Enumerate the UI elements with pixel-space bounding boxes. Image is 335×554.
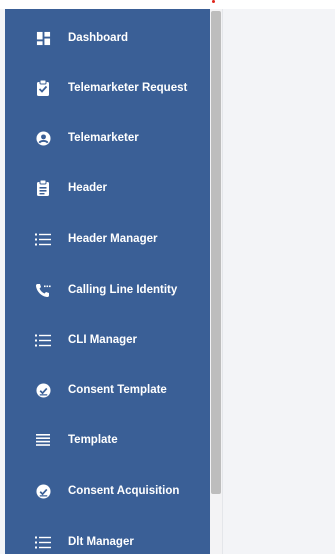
sidebar-item-dashboard[interactable]: Dashboard	[5, 20, 210, 56]
check-circle-icon	[35, 382, 51, 398]
sidebar-item-cli-manager[interactable]: CLI Manager	[5, 322, 210, 358]
lines-icon	[35, 432, 51, 448]
sidebar-item-label: Header Manager	[68, 233, 158, 245]
sidebar-item-label: Template	[68, 434, 118, 446]
sidebar-item-consent-acquisition[interactable]: Consent Acquisition	[5, 473, 210, 509]
sidebar-item-label: CLI Manager	[68, 334, 138, 346]
top-bar	[0, 0, 335, 9]
sidebar-item-label: Consent Template	[68, 384, 167, 396]
sidebar-item-label: Dashboard	[68, 32, 129, 44]
main-content-area	[223, 9, 335, 554]
sidebar-item-dlt-manager[interactable]: Dlt Manager	[5, 524, 210, 554]
clipboard-check-icon	[35, 80, 51, 96]
sidebar-item-label: Calling Line Identity	[68, 284, 178, 296]
sidebar-item-consent-template[interactable]: Consent Template	[5, 372, 210, 408]
list-icon	[35, 231, 51, 247]
sidebar-scrollbar-thumb[interactable]	[211, 11, 221, 494]
sidebar-item-template[interactable]: Template	[5, 422, 210, 458]
check-circle-icon	[35, 483, 51, 499]
list-icon	[35, 332, 51, 348]
sidebar-item-label: Consent Acquisition	[68, 485, 180, 497]
clipboard-text-icon	[35, 180, 51, 196]
sidebar-item-telemarketer[interactable]: Telemarketer	[5, 120, 210, 156]
sidebar-item-calling-line-identity[interactable]: Calling Line Identity	[5, 272, 210, 308]
sidebar: Dashboard Telemarketer Request Telemarke…	[5, 9, 210, 554]
account-circle-icon	[35, 130, 51, 146]
sidebar-item-header[interactable]: Header	[5, 170, 210, 206]
sidebar-item-header-manager[interactable]: Header Manager	[5, 221, 210, 257]
sidebar-item-label: Telemarketer Request	[68, 82, 188, 94]
sidebar-item-label: Header	[68, 182, 107, 194]
dashboard-icon	[35, 30, 51, 46]
list-icon	[35, 534, 51, 550]
sidebar-item-label: Telemarketer	[68, 132, 139, 144]
indicator-dot	[212, 0, 215, 3]
phone-icon	[35, 282, 51, 298]
sidebar-item-label: Dlt Manager	[68, 536, 134, 548]
sidebar-item-telemarketer-request[interactable]: Telemarketer Request	[5, 70, 210, 106]
